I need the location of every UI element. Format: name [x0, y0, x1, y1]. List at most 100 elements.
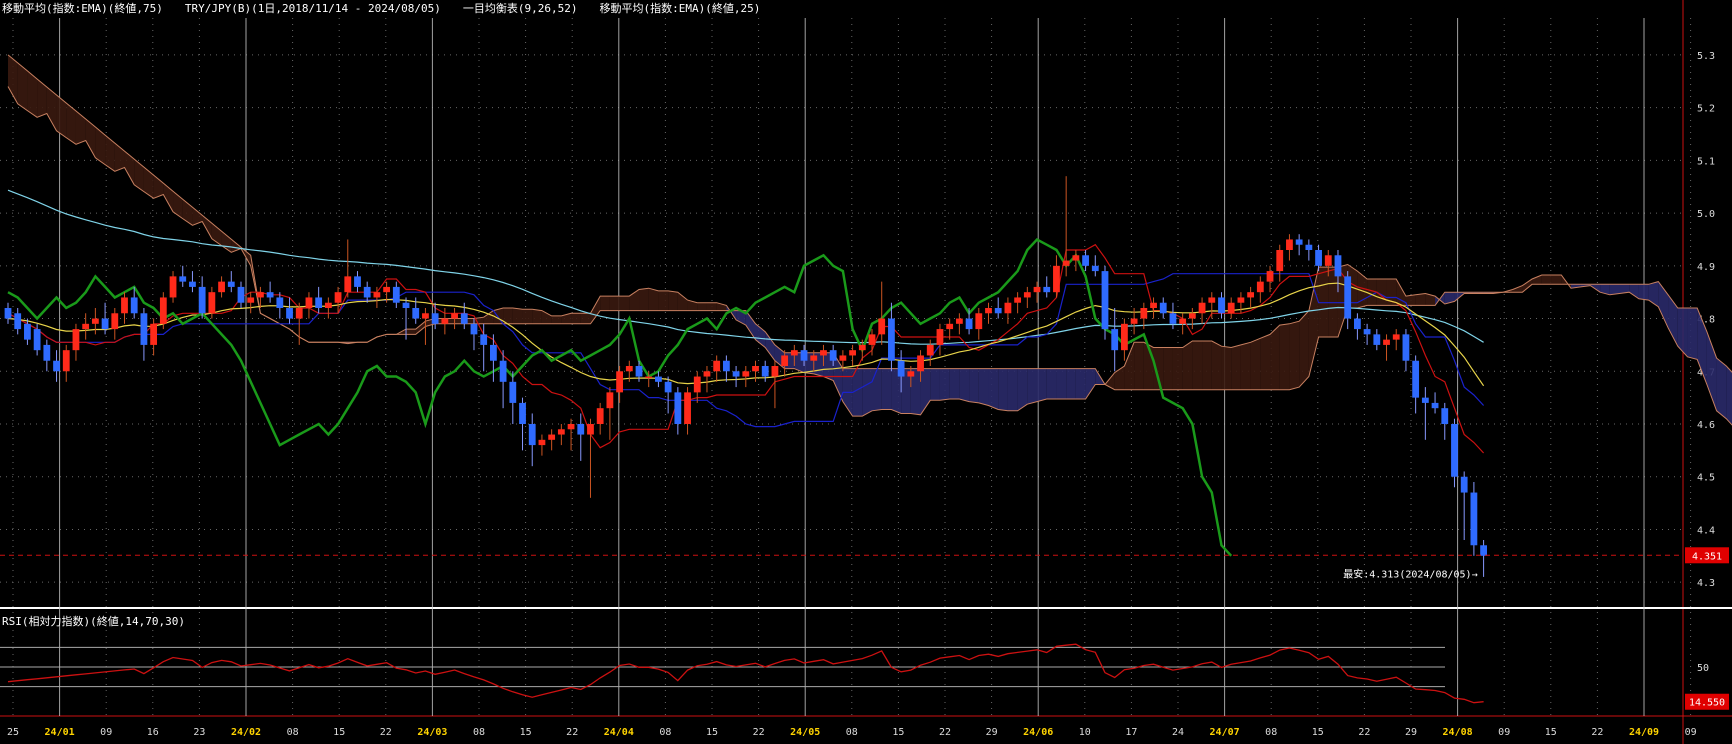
candle-body [1373, 334, 1381, 345]
chart-header: 移動平均(指数:EMA)(終値,75) TRY/JPY(B)(1日,2018/11… [2, 0, 782, 16]
cloud-segment [1027, 368, 1038, 405]
candle-body [72, 329, 80, 351]
price-tick-label: 5.2 [1697, 104, 1715, 115]
time-tick-label: 24/03 [417, 727, 447, 738]
candle-body [625, 366, 633, 372]
chart-area[interactable]: 4.34.44.54.64.74.84.95.05.15.25.32524/01… [0, 0, 1732, 744]
candle-body [1121, 323, 1128, 351]
time-tick-label: 08 [659, 727, 671, 738]
candle-body [703, 371, 711, 377]
cloud-segment [1328, 267, 1338, 337]
candle-body [616, 371, 623, 393]
candle-body [43, 344, 51, 361]
candle-body [431, 313, 439, 324]
time-tick-label: 24 [1172, 727, 1184, 738]
time-tick-label: 24/09 [1629, 727, 1659, 738]
candle-body [1353, 318, 1361, 330]
cloud-segment [1056, 368, 1067, 399]
ichimoku-label: 一目均衡表(9,26,52) [462, 2, 578, 15]
candle-body [1043, 286, 1051, 293]
cloud-segment [1182, 340, 1193, 390]
candle-body [91, 318, 99, 324]
cloud-segment [609, 296, 620, 311]
candle-body [509, 381, 517, 403]
time-tick-label: 24/05 [790, 727, 820, 738]
candle-body [1188, 313, 1196, 319]
candle-body [936, 329, 944, 345]
cloud-segment [134, 159, 144, 192]
time-tick-label: 22 [939, 727, 951, 738]
candle-body [684, 392, 691, 424]
cloud-segment [959, 368, 970, 402]
candle-body [888, 318, 895, 361]
cloud-segment [1046, 368, 1057, 399]
cloud-segment [1017, 368, 1028, 411]
candle-body [781, 355, 789, 366]
candle-body [1363, 329, 1371, 335]
candle-body [218, 281, 225, 293]
cloud-segment [1716, 358, 1727, 419]
candle-body [1237, 297, 1245, 303]
candle-body [111, 313, 119, 330]
time-tick-label: 22 [380, 727, 392, 738]
candle-body [1130, 318, 1138, 324]
candle-body [800, 350, 808, 361]
cloud-segment [532, 309, 542, 324]
candle-body [664, 381, 672, 393]
candle-body [577, 424, 585, 435]
candle-body [528, 424, 536, 446]
cloud-segment [143, 167, 154, 199]
candle-body [470, 323, 478, 335]
candle-body [897, 360, 905, 377]
cloud-segment [939, 368, 950, 401]
cloud-segment [1677, 308, 1688, 357]
price-tick-label: 4.9 [1697, 262, 1715, 273]
cloud-segment [988, 368, 999, 410]
candle-body [1392, 334, 1400, 340]
candle-body [1266, 271, 1274, 282]
cloud-segment [571, 313, 581, 324]
time-tick-label: 15 [333, 727, 345, 738]
time-tick-label: 15 [520, 727, 532, 738]
cloud-segment [1532, 275, 1542, 285]
candle-body [713, 360, 721, 372]
candle-body [985, 308, 992, 314]
candle-body [14, 313, 22, 330]
candle-body [237, 286, 245, 303]
candle-body [587, 424, 594, 435]
cloud-segment [706, 302, 717, 311]
candle-body [674, 392, 682, 424]
candle-body [363, 286, 371, 298]
candle-body [790, 350, 798, 356]
time-tick-label: 24/07 [1210, 727, 1240, 738]
cloud-segment [1318, 267, 1329, 337]
candle-body [645, 376, 653, 379]
rsi-tick-label: 50 [1697, 663, 1709, 674]
candle-body [1402, 334, 1410, 361]
cloud-segment [1037, 368, 1047, 402]
candle-body [1159, 302, 1167, 314]
candle-body [732, 371, 740, 377]
candle-body [1451, 424, 1458, 477]
candle-body [548, 434, 556, 440]
cloud-segment [1638, 284, 1649, 301]
candle-body [257, 292, 264, 298]
candle-body [208, 292, 216, 314]
candle-body [858, 344, 866, 351]
cloud-segment [1202, 340, 1212, 390]
cloud-segment [658, 290, 669, 311]
candle-body [567, 424, 575, 430]
cloud-segment [600, 296, 610, 311]
cloud-segment [512, 308, 523, 324]
cloud-segment [406, 329, 416, 335]
ema25-label: 移動平均(指数:EMA)(終値,25) [599, 2, 761, 15]
candle-body [722, 360, 730, 372]
cloud-segment [1250, 338, 1261, 390]
candle-body [1111, 329, 1119, 351]
candle-body [169, 276, 177, 298]
time-tick-label: 22 [1358, 727, 1370, 738]
candle-body [1014, 297, 1022, 303]
candle-body [849, 350, 856, 356]
cloud-segment [1629, 284, 1639, 299]
time-tick-label: 15 [892, 727, 904, 738]
